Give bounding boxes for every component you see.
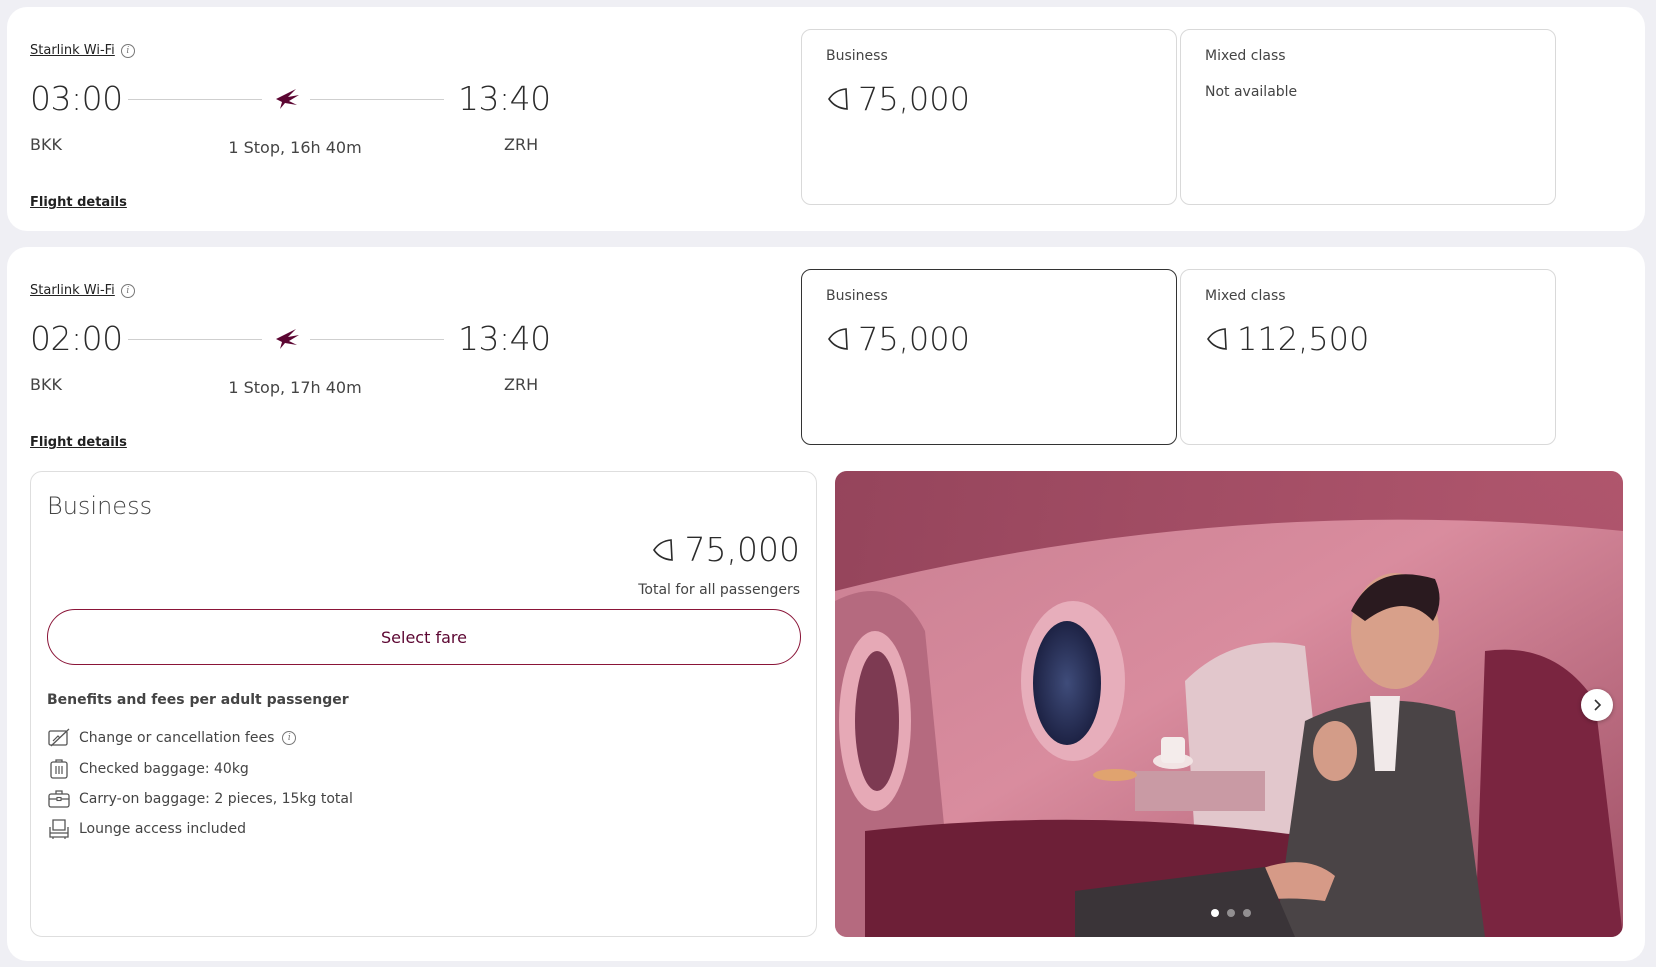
fare-unavailable-text: Not available [1205, 84, 1298, 100]
route-line-right [310, 99, 444, 100]
info-icon[interactable]: i [120, 43, 135, 58]
arrival-time: 13:40 [458, 319, 551, 358]
fare-detail-panel: Business 75,000 Total for all passengers… [30, 471, 817, 937]
carousel-dot[interactable] [1211, 909, 1219, 917]
benefit-text: Lounge access included [79, 821, 247, 837]
carry-on-baggage-icon [48, 790, 70, 808]
benefit-text: Checked baggage: 40kg [79, 761, 249, 777]
cabin-image-carousel [835, 471, 1623, 937]
benefit-text: Carry-on baggage: 2 pieces, 15kg total [79, 791, 353, 807]
wifi-row: Starlink Wi-Fi i [30, 43, 135, 58]
cabin-photo [835, 471, 1623, 937]
benefit-item: Change or cancellation fees i [47, 726, 297, 750]
info-icon[interactable]: i [282, 731, 297, 745]
arrival-time: 13:40 [458, 79, 551, 118]
fare-amount: 112,500 [1237, 320, 1370, 358]
fare-price: 75,000 [826, 320, 970, 358]
airline-logo-icon [276, 89, 299, 109]
benefit-item: Checked baggage: 40kg [47, 757, 249, 781]
avios-icon [828, 88, 848, 110]
benefit-item: Lounge access included [47, 817, 246, 841]
route-line-left [128, 99, 262, 100]
route-line-left [128, 339, 262, 340]
route-line-right [310, 339, 444, 340]
fare-label: Mixed class [1205, 48, 1286, 64]
flight-card-2: Starlink Wi-Fi i 02:00 13:40 BKK 1 Stop,… [7, 247, 1645, 961]
carousel-dot[interactable] [1227, 909, 1235, 917]
checked-baggage-icon [50, 759, 68, 779]
origin-code: BKK [30, 375, 62, 394]
fare-label: Business [826, 288, 888, 304]
departure-time: 03:00 [30, 79, 123, 118]
fare-option-business[interactable]: Business 75,000 [801, 29, 1177, 205]
fare-label: Business [826, 48, 888, 64]
info-icon[interactable]: i [120, 283, 135, 298]
fare-price: 112,500 [1205, 320, 1369, 358]
departure-time: 02:00 [30, 319, 123, 358]
destination-code: ZRH [504, 375, 539, 394]
wifi-row: Starlink Wi-Fi i [30, 283, 135, 298]
fare-detail-title: Business [47, 492, 153, 520]
fare-option-mixed-class[interactable]: Mixed class 112,500 [1180, 269, 1556, 445]
airline-logo-icon [276, 329, 299, 349]
flight-card-1: Starlink Wi-Fi i 03:00 13:40 BKK 1 Stop,… [7, 7, 1645, 231]
price-note: Total for all passengers [638, 582, 800, 598]
fare-option-mixed-class: Mixed class Not available [1180, 29, 1556, 205]
no-change-fee-icon [48, 728, 70, 747]
fare-option-business[interactable]: Business 75,000 [801, 269, 1177, 445]
fare-amount: 75,000 [858, 80, 970, 118]
benefit-item: Carry-on baggage: 2 pieces, 15kg total [47, 787, 353, 811]
lounge-seat-icon [49, 819, 69, 839]
fare-price: 75,000 [826, 80, 970, 118]
stops-duration: 1 Stop, 16h 40m [228, 138, 362, 157]
fare-detail-amount: 75,000 [684, 530, 800, 569]
avios-icon [652, 538, 673, 561]
benefit-text: Change or cancellation fees [79, 730, 275, 746]
avios-icon [828, 328, 848, 350]
stops-duration: 1 Stop, 17h 40m [228, 378, 362, 397]
fare-amount: 75,000 [858, 320, 970, 358]
chevron-right-icon [1594, 699, 1602, 711]
wifi-link[interactable]: Starlink Wi-Fi [30, 43, 115, 58]
flight-details-link[interactable]: Flight details [30, 195, 127, 210]
select-fare-button[interactable]: Select fare [47, 609, 801, 665]
fare-detail-price: 75,000 [651, 530, 800, 569]
carousel-next-button[interactable] [1581, 689, 1613, 721]
destination-code: ZRH [504, 135, 539, 154]
avios-icon [1207, 328, 1227, 350]
carousel-dot[interactable] [1243, 909, 1251, 917]
flight-details-link[interactable]: Flight details [30, 435, 127, 450]
origin-code: BKK [30, 135, 62, 154]
benefits-title: Benefits and fees per adult passenger [47, 692, 349, 708]
flight-summary: Starlink Wi-Fi i 02:00 13:40 BKK 1 Stop,… [30, 275, 551, 475]
fare-label: Mixed class [1205, 288, 1286, 304]
wifi-link[interactable]: Starlink Wi-Fi [30, 283, 115, 298]
flight-summary: Starlink Wi-Fi i 03:00 13:40 BKK 1 Stop,… [30, 35, 551, 235]
carousel-pagination [1211, 909, 1251, 917]
